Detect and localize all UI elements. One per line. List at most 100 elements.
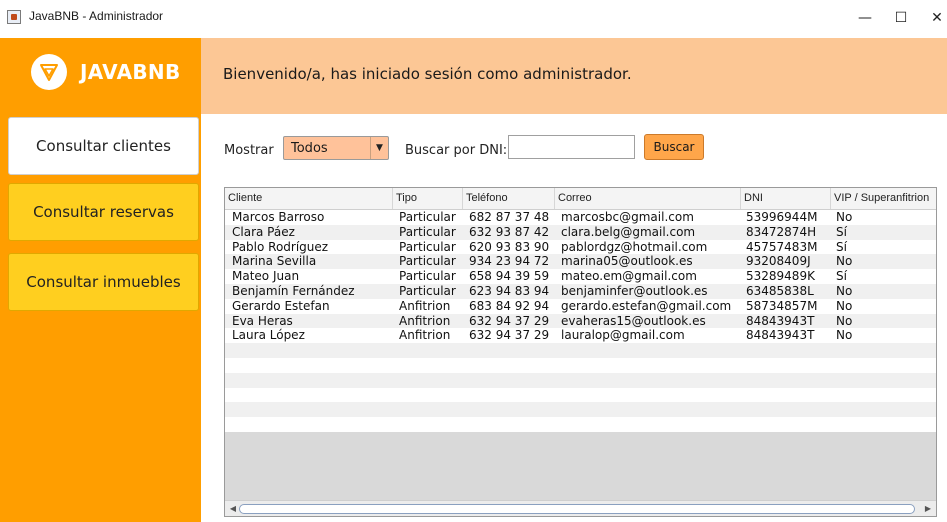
table-cell: 45757483M — [746, 239, 818, 254]
table-cell: 83472874H — [746, 224, 817, 239]
java-app-icon — [7, 10, 21, 24]
table-cell: Anfitrion — [399, 313, 451, 328]
table-cell: Anfitrion — [399, 298, 451, 313]
table-cell: No — [836, 284, 853, 298]
minimize-icon[interactable]: — — [853, 7, 877, 29]
table-cell: 53289489K — [746, 269, 815, 284]
table-cell: benjaminfer@outlook.es — [561, 284, 708, 298]
scrollbar-thumb[interactable] — [239, 504, 915, 514]
table-cell: Sí — [836, 224, 847, 239]
table-row[interactable]: Eva Heras Anfitrion 632 94 37 29 evaheras15… — [225, 313, 936, 328]
column-header-vip[interactable]: VIP / Superanfitrion — [831, 188, 936, 209]
table-cell: 934 23 94 72 — [469, 254, 550, 269]
table-cell: mateo.em@gmail.com — [561, 269, 697, 284]
show-filter-value: Todos — [291, 141, 328, 156]
table-cell: 58734857M — [746, 298, 818, 313]
table-cell: 632 94 37 29 — [469, 328, 550, 343]
table-header: Cliente Tipo Teléfono Correo DNI VIP / S… — [225, 188, 936, 210]
table-cell: Benjamín Fernández — [232, 284, 355, 298]
column-header-correo[interactable]: Correo — [555, 188, 741, 209]
table-cell: Particular — [399, 284, 456, 298]
chevron-down-icon[interactable]: ▼ — [370, 137, 388, 159]
table-row[interactable]: Pablo Rodríguez Particular 620 93 83 90 pab… — [225, 239, 936, 254]
table-cell: evaheras15@outlook.es — [561, 313, 706, 328]
javabnb-logo-icon — [31, 54, 67, 90]
table-cell: No — [836, 298, 853, 313]
table-cell: 682 87 37 48 — [469, 210, 550, 224]
search-button[interactable]: Buscar — [644, 134, 704, 160]
welcome-message: Bienvenido/a, has iniciado sesión como a… — [223, 65, 632, 83]
table-cell: Clara Páez — [232, 224, 295, 239]
table-cell: pablordgz@hotmail.com — [561, 239, 708, 254]
column-header-cliente[interactable]: Cliente — [225, 188, 393, 209]
table-cell: Marina Sevilla — [232, 254, 317, 269]
table-cell: No — [836, 328, 853, 343]
table-row[interactable]: Mateo Juan Particular 658 94 39 59 mateo.em… — [225, 269, 936, 284]
table-cell: Sí — [836, 269, 847, 284]
table-cell: Particular — [399, 269, 456, 284]
dni-search-label: Buscar por DNI: — [405, 143, 508, 158]
column-header-telefono[interactable]: Teléfono — [463, 188, 555, 209]
table-cell: gerardo.estefan@gmail.com — [561, 298, 732, 313]
table-cell: Sí — [836, 239, 847, 254]
table-cell: Particular — [399, 239, 456, 254]
table-cell: 683 84 92 94 — [469, 298, 550, 313]
table-cell: No — [836, 313, 853, 328]
table-cell: 53996944M — [746, 210, 818, 224]
table-body: Marcos Barroso Particular 682 87 37 48 marc… — [225, 210, 936, 432]
maximize-icon[interactable]: ☐ — [889, 7, 913, 29]
table-cell: clara.belg@gmail.com — [561, 224, 696, 239]
table-cell: 63485838L — [746, 284, 814, 298]
table-cell: 620 93 83 90 — [469, 239, 550, 254]
table-cell: 84843943T — [746, 313, 815, 328]
sidebar-item-consultar-reservas[interactable]: Consultar reservas — [8, 183, 199, 241]
table-cell: 623 94 83 94 — [469, 284, 550, 298]
table-cell: Laura López — [232, 328, 305, 343]
table-cell: 658 94 39 59 — [469, 269, 550, 284]
show-label: Mostrar — [224, 143, 274, 158]
row-stripe — [225, 343, 936, 358]
table-cell: No — [836, 254, 853, 269]
column-header-tipo[interactable]: Tipo — [393, 188, 463, 209]
sidebar-item-consultar-clientes[interactable]: Consultar clientes — [8, 117, 199, 175]
scroll-right-icon[interactable]: ▶ — [922, 503, 934, 515]
table-cell: Pablo Rodríguez — [232, 239, 329, 254]
sidebar: JAVABNB Consultar clientes Consultar res… — [0, 38, 201, 522]
table-cell: Marcos Barroso — [232, 210, 325, 224]
table-row[interactable]: Benjamín Fernández Particular 623 94 83 94… — [225, 284, 936, 298]
table-cell: No — [836, 210, 853, 224]
horizontal-scrollbar[interactable]: ◀ ▶ — [225, 500, 936, 516]
brand-name: JAVABNB — [80, 60, 181, 84]
table-cell: lauralop@gmail.com — [561, 328, 685, 343]
table-cell: 93208409J — [746, 254, 811, 269]
scroll-left-icon[interactable]: ◀ — [227, 503, 239, 515]
table-cell: Mateo Juan — [232, 269, 300, 284]
brand-logo: JAVABNB — [0, 38, 201, 108]
table-cell: marcosbc@gmail.com — [561, 210, 694, 224]
table-row[interactable]: Marcos Barroso Particular 682 87 37 48 marc… — [225, 210, 936, 224]
sidebar-item-consultar-inmuebles[interactable]: Consultar inmuebles — [8, 253, 199, 311]
table-row[interactable]: Laura López Anfitrion 632 94 37 29 lauralop… — [225, 328, 936, 343]
table-cell: Particular — [399, 210, 456, 224]
window-title: JavaBNB - Administrador — [29, 9, 164, 23]
row-stripe — [225, 402, 936, 418]
row-stripe — [225, 372, 936, 388]
table-cell: 632 93 87 42 — [469, 224, 550, 239]
table-cell: Anfitrion — [399, 328, 451, 343]
clients-table[interactable]: Cliente Tipo Teléfono Correo DNI VIP / S… — [224, 187, 937, 517]
table-cell: Gerardo Estefan — [232, 298, 330, 313]
table-row[interactable]: Clara Páez Particular 632 93 87 42 clara.be… — [225, 224, 936, 239]
column-header-dni[interactable]: DNI — [741, 188, 831, 209]
table-cell: marina05@outlook.es — [561, 254, 693, 269]
welcome-header: Bienvenido/a, has iniciado sesión como a… — [201, 38, 947, 114]
table-cell: Particular — [399, 224, 456, 239]
table-row[interactable]: Gerardo Estefan Anfitrion 683 84 92 94 gera… — [225, 298, 936, 313]
table-cell: Particular — [399, 254, 456, 269]
table-cell: 84843943T — [746, 328, 815, 343]
table-cell: 632 94 37 29 — [469, 313, 550, 328]
dni-search-input[interactable] — [508, 135, 635, 159]
table-row[interactable]: Marina Sevilla Particular 934 23 94 72 mari… — [225, 254, 936, 269]
close-icon[interactable]: ✕ — [925, 7, 947, 29]
show-filter-select[interactable]: Todos ▼ — [283, 136, 389, 160]
window-titlebar: JavaBNB - Administrador — ☐ ✕ — [0, 0, 947, 38]
